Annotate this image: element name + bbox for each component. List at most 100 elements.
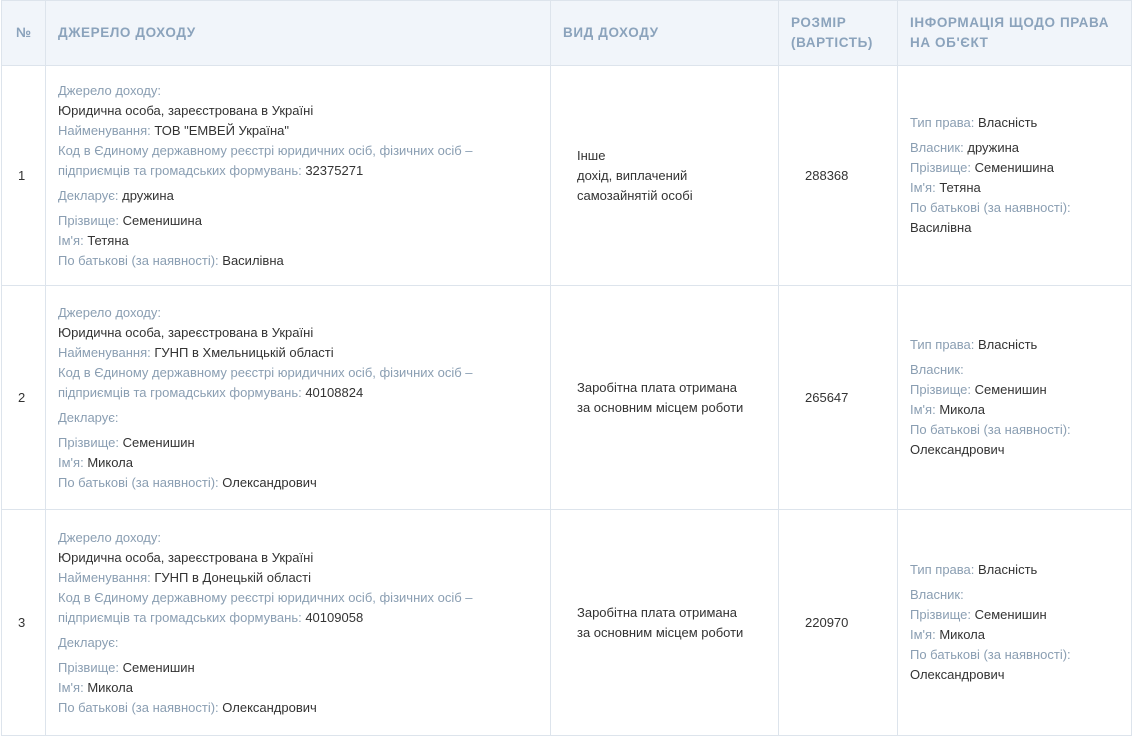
patronymic-label: По батькові (за наявності):: [58, 474, 219, 490]
rights-surname-label: Прізвище:: [910, 382, 971, 397]
patronymic-value: Василівна: [222, 252, 284, 268]
rights-surname-value: Семенишина: [974, 160, 1054, 175]
income-type-cell: Заробітна плата отримана за основним місц…: [550, 509, 779, 736]
first-name-value: Микола: [87, 679, 133, 695]
surname-value: Семенишин: [122, 434, 195, 450]
source-cell: Джерело доходу: Юридична особа, зареєстр…: [45, 65, 551, 286]
row-number: 1: [1, 65, 46, 286]
table-header-row: № ДЖЕРЕЛО ДОХОДУ ВИД ДОХОДУ РОЗМІР (ВАРТ…: [1, 0, 1132, 66]
name-label: Найменування:: [58, 569, 151, 585]
rights-first-name-label: Ім'я:: [910, 627, 936, 642]
name-label: Найменування:: [58, 122, 151, 138]
source-cell: Джерело доходу: Юридична особа, зареєстр…: [45, 285, 551, 510]
rights-surname-label: Прізвище:: [910, 160, 971, 175]
code-value: 40108824: [305, 384, 364, 400]
code-value: 32375271: [305, 162, 364, 178]
header-income-type: ВИД ДОХОДУ: [550, 0, 779, 66]
code-label: Код в Єдиному державному реєстрі юридичн…: [58, 589, 473, 625]
income-type-cell: Заробітна плата отримана за основним місц…: [550, 285, 779, 510]
income-type-cell: Інше дохід, виплачений самозайнятій особі: [550, 65, 779, 286]
right-type-label: Тип права:: [910, 337, 975, 352]
first-name-value: Микола: [87, 454, 133, 470]
right-type-label: Тип права:: [910, 115, 975, 130]
patronymic-value: Олександрович: [222, 699, 317, 715]
code-value: 40109058: [305, 609, 364, 625]
surname-label: Прізвище:: [58, 659, 119, 675]
owner-value: дружина: [967, 140, 1020, 155]
rights-patronymic-label: По батькові (за наявності):: [910, 200, 1071, 215]
source-value: Юридична особа, зареєстрована в Україні: [58, 102, 314, 118]
rights-first-name-value: Тетяна: [939, 180, 981, 195]
income-type-line: Інше: [577, 147, 606, 163]
rights-patronymic-value: Олександрович: [910, 667, 1005, 682]
source-label: Джерело доходу:: [58, 304, 161, 320]
income-type-line: дохід, виплачений: [577, 167, 688, 183]
rights-first-name-label: Ім'я:: [910, 402, 936, 417]
surname-value: Семенишин: [122, 659, 195, 675]
name-label: Найменування:: [58, 344, 151, 360]
right-type-value: Власність: [978, 562, 1038, 577]
first-name-label: Ім'я:: [58, 232, 84, 248]
amount-value: 265647: [778, 285, 898, 510]
owner-label: Власник:: [910, 362, 964, 377]
rights-first-name-value: Микола: [939, 627, 985, 642]
table-row: 2 Джерело доходу: Юридична особа, зареєс…: [1, 285, 1132, 510]
surname-value: Семенишина: [122, 212, 202, 228]
first-name-label: Ім'я:: [58, 679, 84, 695]
declarant-label: Декларує:: [58, 187, 119, 203]
patronymic-label: По батькові (за наявності):: [58, 252, 219, 268]
first-name-label: Ім'я:: [58, 454, 84, 470]
income-table: № ДЖЕРЕЛО ДОХОДУ ВИД ДОХОДУ РОЗМІР (ВАРТ…: [1, 0, 1132, 736]
source-label: Джерело доходу:: [58, 529, 161, 545]
name-value: ГУНП в Хмельницькій області: [154, 344, 334, 360]
row-number: 3: [1, 509, 46, 736]
patronymic-value: Олександрович: [222, 474, 317, 490]
row-number: 2: [1, 285, 46, 510]
surname-label: Прізвище:: [58, 434, 119, 450]
rights-patronymic-value: Олександрович: [910, 442, 1005, 457]
declarant-value: дружина: [122, 187, 174, 203]
income-type-line: Заробітна плата отримана: [577, 379, 738, 395]
code-label: Код в Єдиному державному реєстрі юридичн…: [58, 142, 473, 178]
header-amount: РОЗМІР (ВАРТІСТЬ): [778, 0, 898, 66]
owner-label: Власник:: [910, 587, 964, 602]
amount-value: 220970: [778, 509, 898, 736]
right-type-value: Власність: [978, 337, 1038, 352]
header-source: ДЖЕРЕЛО ДОХОДУ: [45, 0, 551, 66]
source-cell: Джерело доходу: Юридична особа, зареєстр…: [45, 509, 551, 736]
rights-cell: Тип права: Власність Власник: Прізвище: …: [897, 285, 1132, 510]
name-value: ТОВ "ЕМВЕЙ Україна": [154, 122, 289, 138]
income-type-line: за основним місцем роботи: [577, 624, 744, 640]
rights-cell: Тип права: Власність Власник: Прізвище: …: [897, 509, 1132, 736]
rights-cell: Тип права: Власність Власник: дружина Пр…: [897, 65, 1132, 286]
first-name-value: Тетяна: [87, 232, 129, 248]
header-rights: ІНФОРМАЦІЯ ЩОДО ПРАВА НА ОБ'ЄКТ: [897, 0, 1132, 66]
surname-label: Прізвище:: [58, 212, 119, 228]
rights-patronymic-label: По батькові (за наявності):: [910, 647, 1071, 662]
owner-label: Власник:: [910, 140, 964, 155]
rights-first-name-value: Микола: [939, 402, 985, 417]
declarant-label: Декларує:: [58, 634, 119, 650]
declarant-label: Декларує:: [58, 409, 119, 425]
rights-surname-value: Семенишин: [974, 382, 1047, 397]
rights-patronymic-value: Василівна: [910, 220, 972, 235]
rights-surname-value: Семенишин: [974, 607, 1047, 622]
right-type-value: Власність: [978, 115, 1038, 130]
source-value: Юридична особа, зареєстрована в Україні: [58, 324, 314, 340]
name-value: ГУНП в Донецькій області: [154, 569, 312, 585]
income-type-line: Заробітна плата отримана: [577, 604, 738, 620]
rights-surname-label: Прізвище:: [910, 607, 971, 622]
rights-patronymic-label: По батькові (за наявності):: [910, 422, 1071, 437]
income-type-line: самозайнятій особі: [577, 187, 693, 203]
table-row: 3 Джерело доходу: Юридична особа, зареєс…: [1, 509, 1132, 736]
patronymic-label: По батькові (за наявності):: [58, 699, 219, 715]
income-type-line: за основним місцем роботи: [577, 399, 744, 415]
rights-first-name-label: Ім'я:: [910, 180, 936, 195]
right-type-label: Тип права:: [910, 562, 975, 577]
header-num: №: [1, 0, 46, 66]
code-label: Код в Єдиному державному реєстрі юридичн…: [58, 364, 473, 400]
source-label: Джерело доходу:: [58, 82, 161, 98]
table-row: 1 Джерело доходу: Юридична особа, зареєс…: [1, 65, 1132, 286]
amount-value: 288368: [778, 65, 898, 286]
source-value: Юридична особа, зареєстрована в Україні: [58, 549, 314, 565]
